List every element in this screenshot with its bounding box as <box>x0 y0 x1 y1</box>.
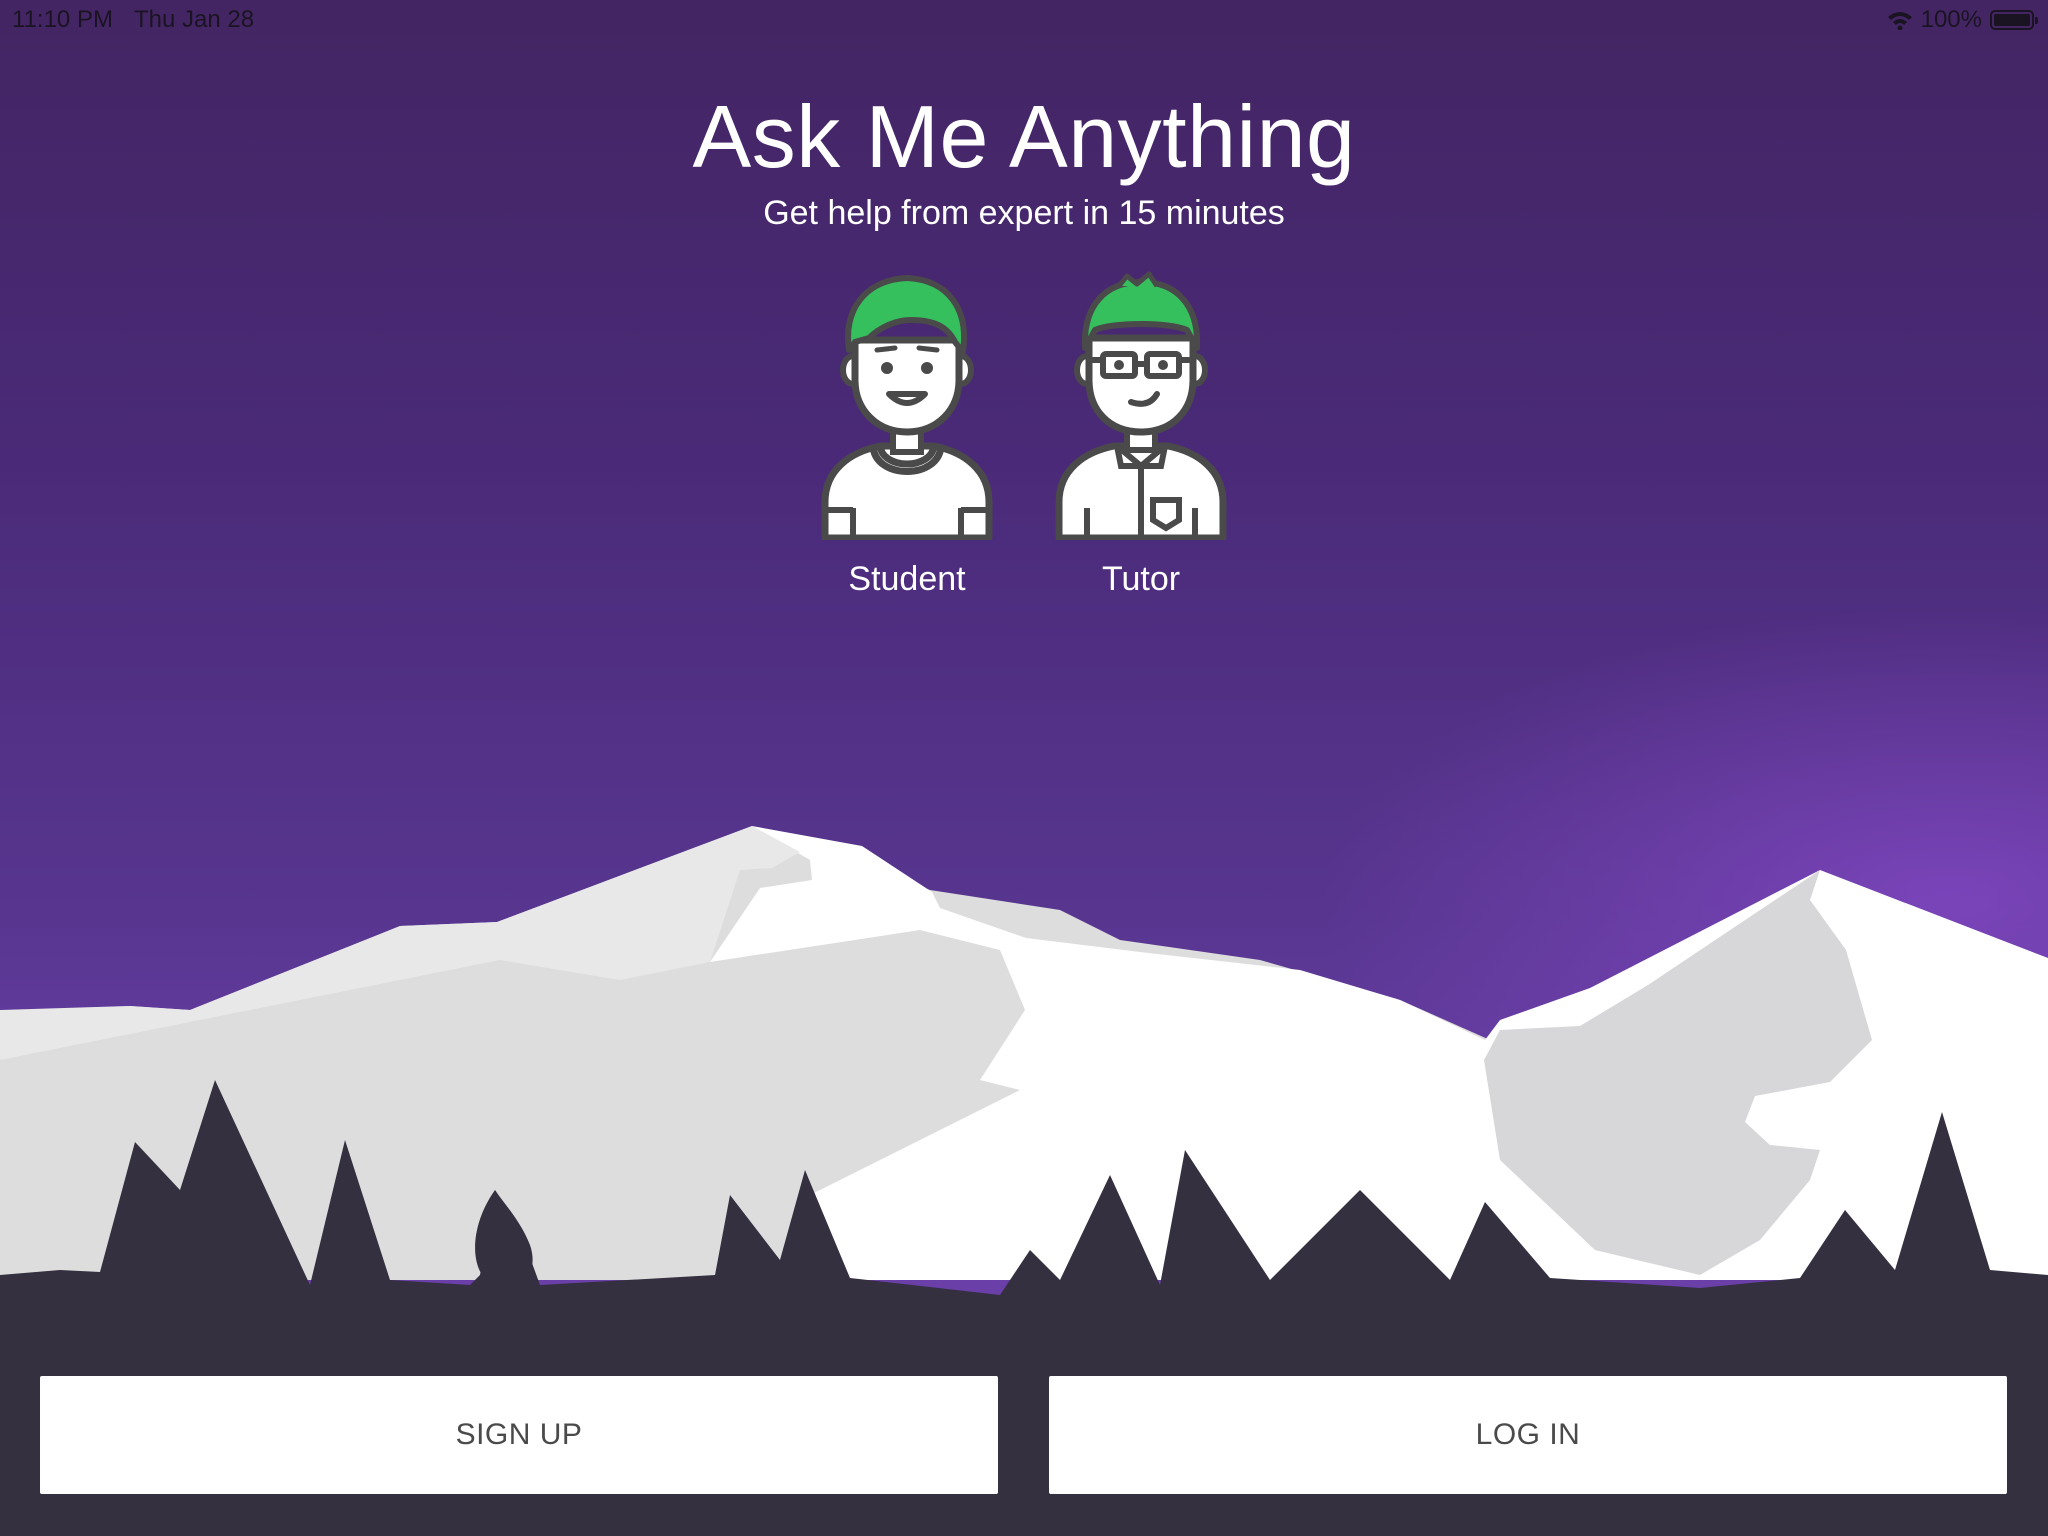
wifi-icon <box>1887 12 1912 30</box>
sign-up-button[interactable]: SIGN UP <box>40 1376 998 1494</box>
role-tutor[interactable]: Tutor <box>1046 270 1236 599</box>
status-bar: 11:10 PM Thu Jan 28 100% <box>0 0 2048 40</box>
battery-icon <box>1990 10 2038 30</box>
tutor-label: Tutor <box>1101 560 1181 598</box>
tutor-avatar-icon <box>1055 271 1227 540</box>
status-date: Thu Jan 28 <box>134 6 255 33</box>
app-title: Ask Me Anything <box>692 87 1356 186</box>
status-time: 11:10 PM <box>12 6 113 33</box>
status-right-group: 100% <box>1887 6 2038 34</box>
battery-percentage: 100% <box>1920 6 1982 33</box>
app-subtitle: Get help from expert in 15 minutes <box>763 194 1285 232</box>
role-student[interactable]: Student <box>812 270 1002 599</box>
student-label: Student <box>848 560 966 598</box>
student-avatar-icon <box>821 275 993 540</box>
battery-level-fill <box>1994 14 2030 26</box>
log-in-button[interactable]: LOG IN <box>1049 1376 2007 1494</box>
